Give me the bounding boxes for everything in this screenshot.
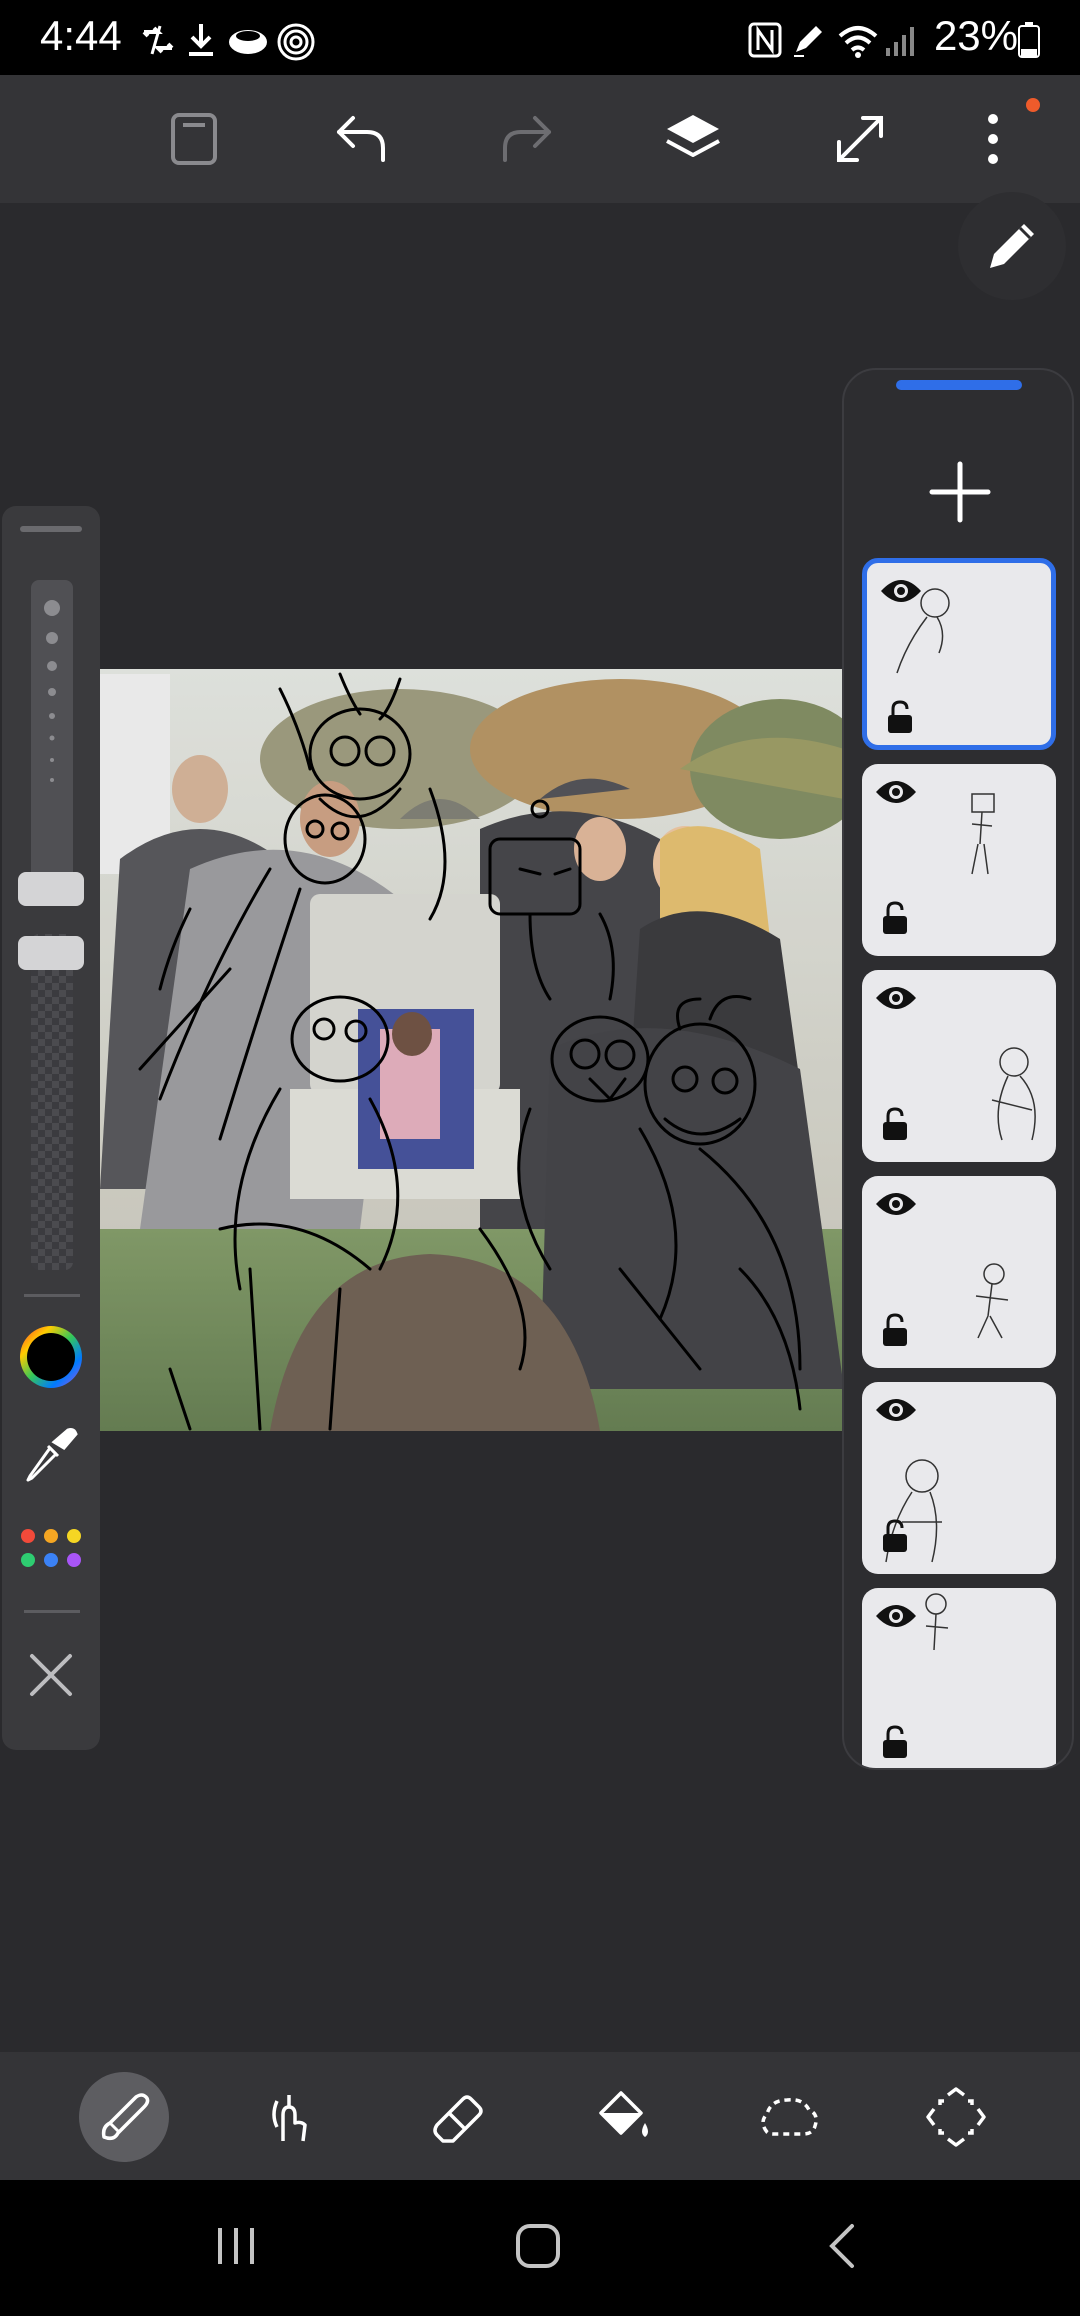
size-dots [44,600,60,782]
layer-item[interactable] [862,1588,1056,1768]
fullscreen-button[interactable] [820,99,900,179]
visibility-eye-icon[interactable] [874,982,918,1014]
layers-icon [666,115,720,157]
transform-tool-button[interactable] [911,2072,1001,2162]
layer-item[interactable] [862,1176,1056,1368]
eyedropper-icon[interactable] [22,1424,80,1484]
lasso-tool-button[interactable] [744,2072,834,2162]
unlock-icon[interactable] [880,900,910,936]
redo-button[interactable] [487,99,567,179]
smudge-tool-button[interactable] [246,2072,336,2162]
opacity-slider[interactable] [31,934,73,1270]
notification-dot [1026,98,1040,112]
opacity-knob[interactable] [18,936,84,970]
canvas-artwork [100,669,844,1431]
eraser-tool-button[interactable] [412,2072,502,2162]
brush-size-knob[interactable] [18,872,84,906]
unlock-icon[interactable] [880,1106,910,1142]
layers-button[interactable] [653,99,733,179]
unlock-icon[interactable] [885,699,915,735]
layer-thumbnail [896,588,950,674]
smudge-icon [272,2095,307,2142]
more-button[interactable] [953,99,1033,179]
visibility-eye-icon[interactable] [874,776,918,808]
panel-handle[interactable] [896,380,1022,390]
fill-tool-button[interactable] [578,2072,668,2162]
home-icon[interactable] [514,2222,562,2270]
divider [24,1610,80,1613]
system-nav-bar [0,2180,1080,2316]
layer-thumbnail [925,1593,949,1651]
paint-bucket-icon [599,2091,648,2137]
palette-icon[interactable] [20,1526,82,1572]
left-tool-strip [2,506,100,1750]
sync-icon [142,25,174,55]
divider [24,1294,80,1297]
redo-icon [503,116,551,162]
draw-mode-button[interactable] [958,192,1066,300]
unlock-icon[interactable] [880,1518,910,1554]
brush-icon [101,2093,150,2141]
layer-thumbnail [991,1047,1036,1141]
layer-item[interactable] [862,764,1056,956]
visibility-eye-icon[interactable] [874,1394,918,1426]
undo-icon [337,116,385,162]
more-vertical-icon [988,114,998,164]
add-layer-button[interactable] [920,452,1000,532]
visibility-eye-icon[interactable] [874,1188,918,1220]
unlock-icon[interactable] [880,1724,910,1760]
layer-item[interactable] [862,1382,1056,1574]
signal-icon [886,27,914,56]
close-icon[interactable] [28,1652,74,1698]
status-bar: 4:44 23% [0,0,1080,75]
undo-button[interactable] [321,99,401,179]
transform-icon [926,2087,986,2147]
unlock-icon[interactable] [880,1312,910,1348]
bottom-toolbar [0,2052,1080,2180]
gallery-button[interactable] [154,99,234,179]
recents-icon[interactable] [212,2222,260,2270]
nfc-icon [748,22,782,58]
layer-thumbnail [885,1459,942,1563]
layer-item[interactable] [862,970,1056,1162]
layer-thumbnail [975,1263,1009,1339]
battery-percent: 23% [933,12,1018,59]
layer-thumbnail [971,793,995,875]
battery-icon [1018,22,1040,58]
wifi-icon [838,26,878,58]
layers-panel [842,368,1074,1770]
brush-size-slider[interactable] [31,580,73,880]
cloud-icon [229,30,267,54]
pen-icon [794,26,822,57]
gallery-icon [171,113,217,165]
download-icon [189,24,213,56]
brush-tool-button[interactable] [79,2072,169,2162]
status-time: 4:44 [40,12,122,59]
color-wheel-icon[interactable] [16,1322,86,1392]
layer-item[interactable] [862,558,1056,750]
top-toolbar [0,75,1080,203]
drawing-canvas[interactable] [100,669,844,1431]
back-icon[interactable] [822,2222,862,2270]
pencil-icon [990,224,1034,268]
strip-handle[interactable] [20,526,82,532]
fingerprint-icon [277,23,315,61]
lasso-icon [761,2097,818,2136]
expand-icon [837,116,883,162]
eraser-icon [433,2095,483,2143]
